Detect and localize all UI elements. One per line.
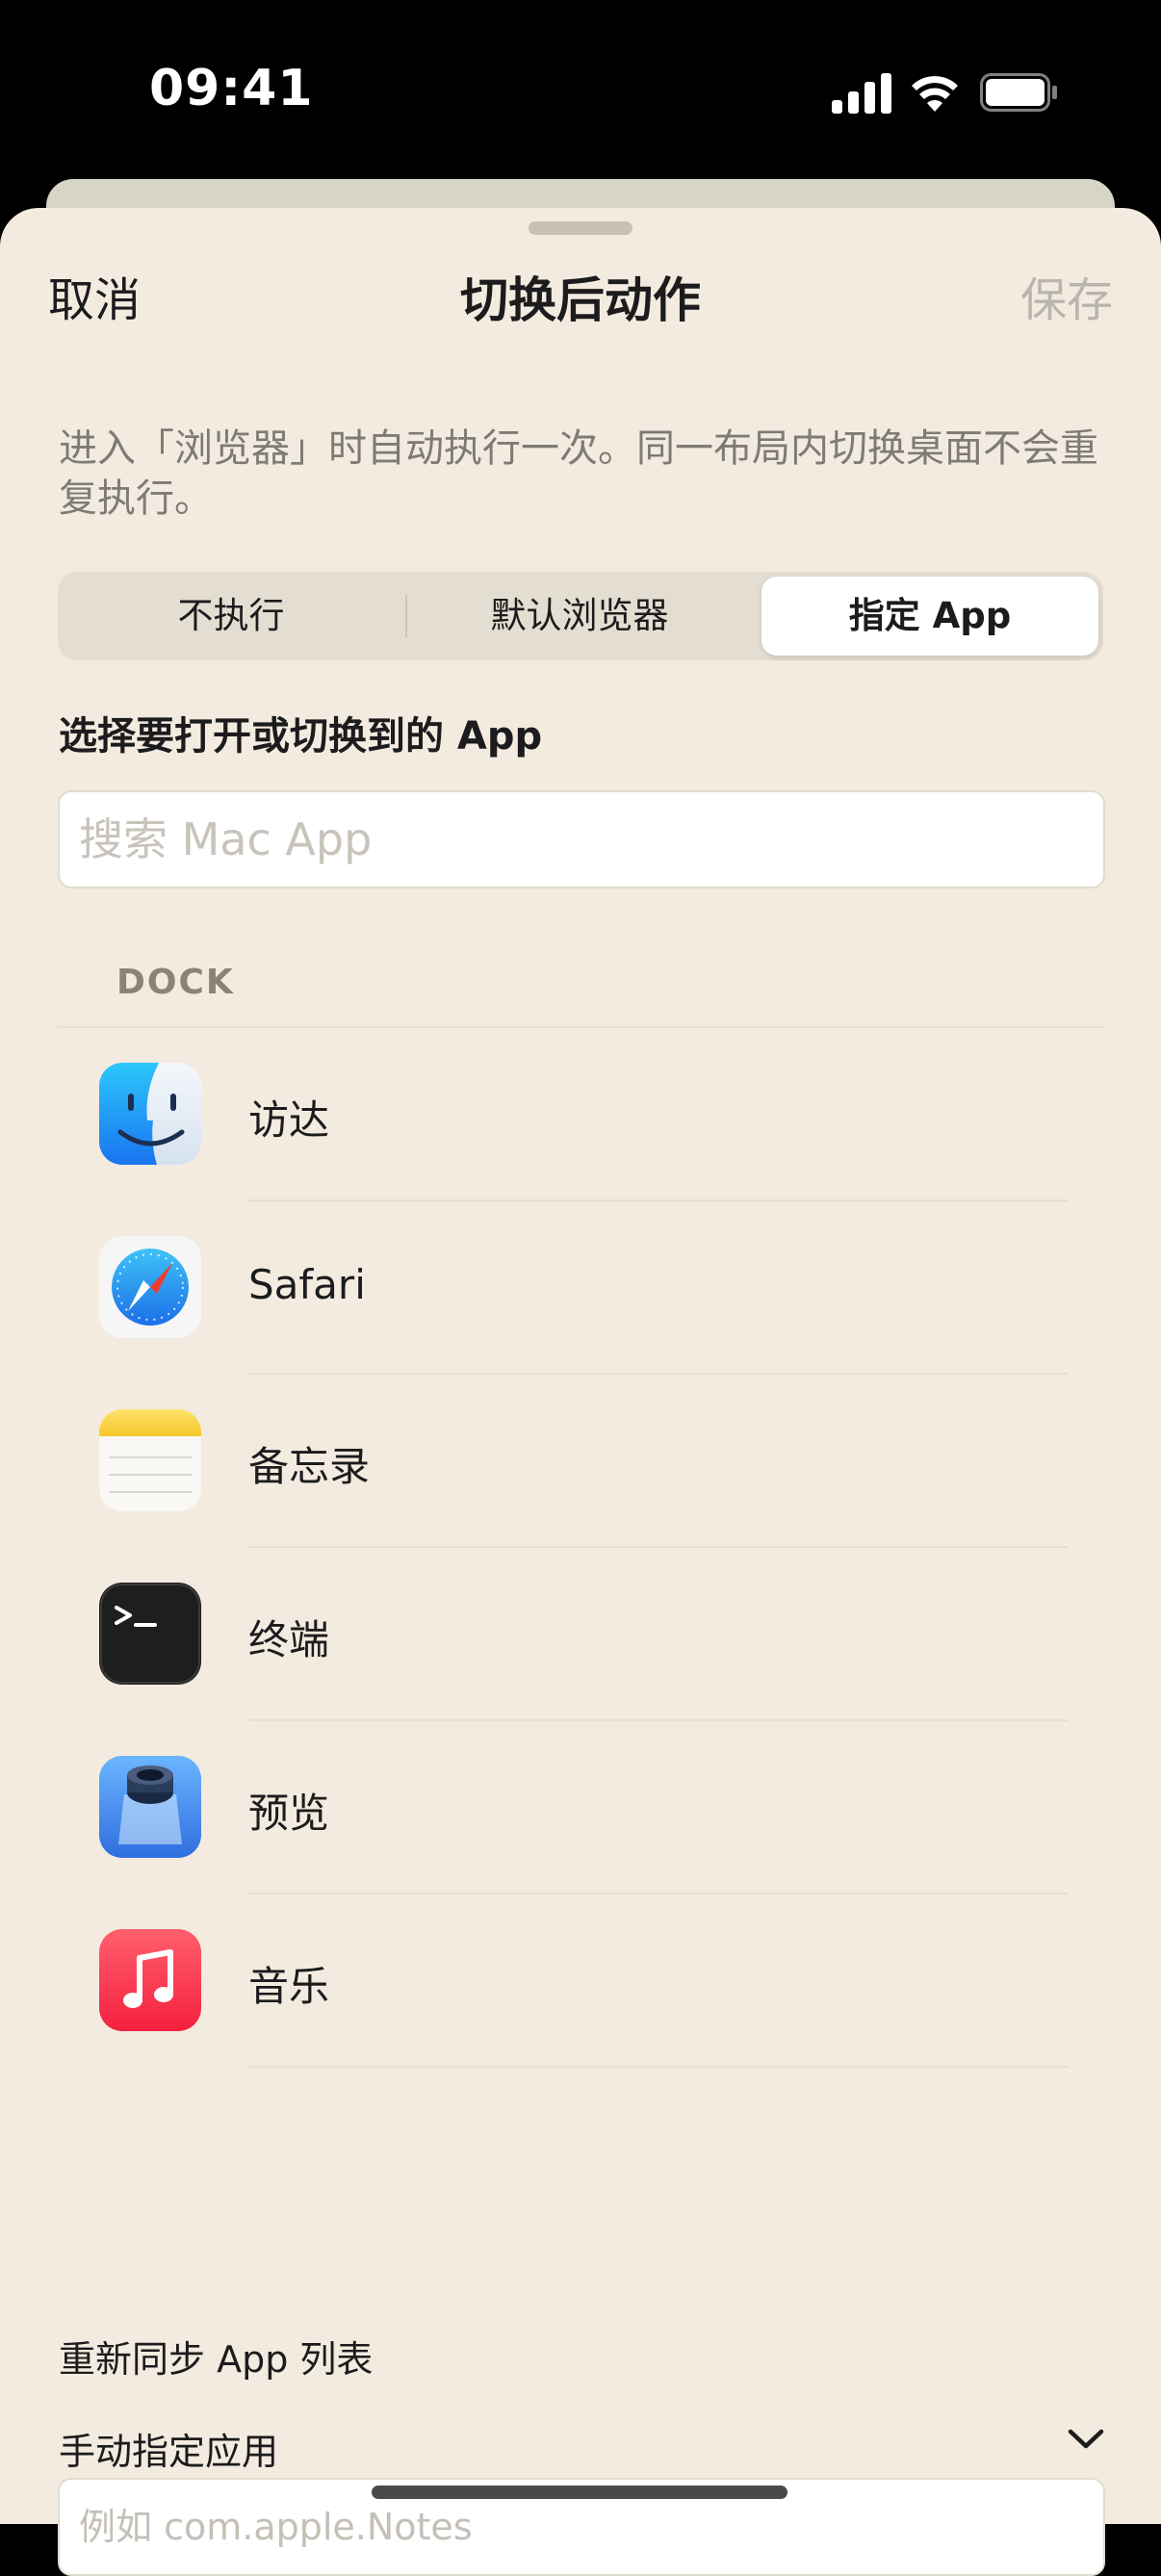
app-row-terminal[interactable]: 终端	[0, 1548, 1161, 1721]
action-sheet: 切换后动作 取消 保存 进入「浏览器」时自动执行一次。同一布局内切换桌面不会重复…	[0, 208, 1161, 2576]
app-name: 预览	[248, 1790, 330, 1837]
app-row-safari[interactable]: Safari	[0, 1201, 1161, 1375]
battery-icon	[980, 73, 1057, 112]
app-row-finder[interactable]: 访达	[0, 1028, 1161, 1201]
app-name: 备忘录	[248, 1443, 371, 1490]
cancel-button[interactable]: 取消	[48, 262, 141, 329]
home-indicator[interactable]	[372, 2486, 787, 2499]
terminal-icon	[99, 1583, 201, 1685]
safari-icon	[99, 1236, 201, 1338]
choose-app-label: 选择要打开或切换到的 App	[59, 714, 543, 759]
app-search-input[interactable]	[60, 792, 1099, 887]
segment-default-browser[interactable]: 默认浏览器	[407, 572, 752, 660]
action-segmented-control: 不执行 默认浏览器 指定 App	[58, 572, 1103, 660]
dock-section-header: DOCK	[116, 963, 235, 1002]
app-name: 终端	[248, 1616, 330, 1663]
app-name: 访达	[248, 1096, 330, 1144]
finder-icon	[99, 1063, 201, 1165]
app-row-notes[interactable]: 备忘录	[0, 1375, 1161, 1548]
app-row-preview[interactable]: 预览	[0, 1721, 1161, 1894]
segment-specific-app[interactable]: 指定 App	[761, 577, 1098, 656]
manual-specify-label[interactable]: 手动指定应用	[59, 2422, 278, 2475]
preview-icon	[99, 1756, 201, 1858]
app-name: 音乐	[248, 1963, 330, 2010]
sheet-title: 切换后动作	[460, 272, 701, 328]
status-time: 09:41	[149, 60, 314, 117]
chevron-down-icon[interactable]	[1067, 2427, 1105, 2452]
resync-app-list-button[interactable]: 重新同步 App 列表	[59, 2330, 373, 2383]
app-row-music[interactable]: 音乐	[0, 1894, 1161, 2068]
sheet-grabber[interactable]	[529, 221, 632, 235]
row-divider	[248, 2066, 1069, 2068]
app-name: Safari	[248, 1261, 366, 1308]
wifi-icon	[912, 76, 958, 112]
notes-icon	[99, 1409, 201, 1511]
save-button[interactable]: 保存	[1020, 262, 1113, 329]
app-search-field	[58, 790, 1105, 889]
status-bar: 09:41	[0, 0, 1161, 173]
segment-no-action[interactable]: 不执行	[58, 572, 404, 660]
cellular-signal-icon	[832, 73, 891, 114]
music-icon	[99, 1929, 201, 2031]
description-text: 进入「浏览器」时自动执行一次。同一布局内切换桌面不会重复执行。	[59, 426, 1098, 521]
